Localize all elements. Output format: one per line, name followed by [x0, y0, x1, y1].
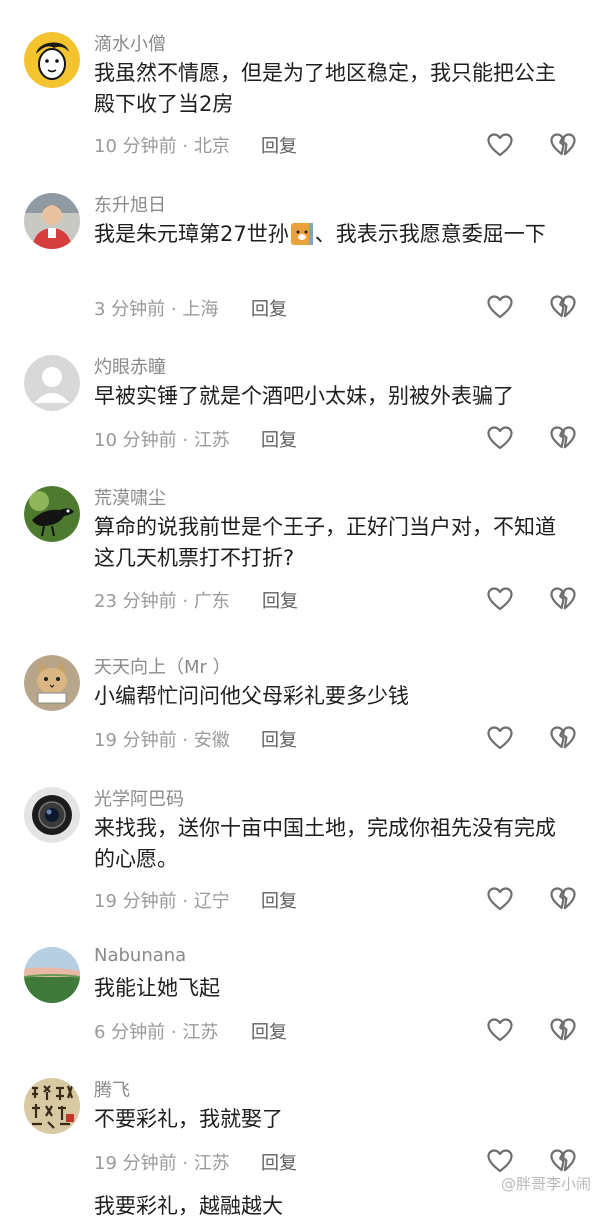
heart-icon[interactable]	[486, 1016, 514, 1044]
bird-avatar[interactable]	[24, 486, 80, 542]
shiba-dog-emoji-icon	[290, 221, 313, 245]
heart-icon[interactable]	[486, 1147, 514, 1175]
calligraphy-avatar[interactable]	[24, 1078, 80, 1134]
username[interactable]: 灼眼赤瞳	[94, 353, 166, 379]
broken-heart-icon[interactable]	[549, 724, 577, 752]
broken-heart-icon[interactable]	[549, 885, 577, 913]
heart-icon[interactable]	[486, 885, 514, 913]
cartoon-face-avatar[interactable]	[24, 32, 80, 88]
reply-button[interactable]: 回复	[251, 295, 287, 321]
comment-text: 我虽然不情愿，但是为了地区稳定，我只能把公主殿下收了当2房	[94, 61, 556, 116]
heart-icon[interactable]	[486, 585, 514, 613]
broken-heart-icon[interactable]	[549, 131, 577, 159]
username[interactable]: 滴水小僧	[94, 30, 166, 56]
reply-button[interactable]: 回复	[261, 1149, 297, 1175]
comment-meta: 10 分钟前 · 北京	[94, 136, 230, 157]
comment-meta: 23 分钟前 · 广东	[94, 591, 230, 612]
cat-avatar[interactable]	[24, 655, 80, 711]
comment-meta: 19 分钟前 · 江苏	[94, 1153, 230, 1174]
comment-meta: 19 分钟前 · 辽宁	[94, 891, 230, 912]
reply-button[interactable]: 回复	[261, 726, 297, 752]
broken-heart-icon[interactable]	[549, 424, 577, 452]
heart-icon[interactable]	[486, 424, 514, 452]
comment-text: 小编帮忙问问他父母彩礼要多少钱	[94, 684, 409, 708]
default-user-avatar[interactable]	[24, 355, 80, 411]
comment-text: 我是朱元璋第27世孙 、我表示我愿意委屈一下	[94, 221, 546, 246]
broken-heart-icon[interactable]	[549, 293, 577, 321]
camera-lens-avatar[interactable]	[24, 787, 80, 843]
heart-icon[interactable]	[486, 293, 514, 321]
username[interactable]: Nabunana	[94, 945, 186, 966]
username[interactable]: 荒漠啸尘	[94, 484, 166, 510]
heart-icon[interactable]	[486, 131, 514, 159]
reply-button[interactable]: 回复	[261, 426, 297, 452]
comment-meta: 19 分钟前 · 安徽	[94, 730, 230, 751]
comment-meta: 3 分钟前 · 上海	[94, 299, 219, 320]
person-photo-avatar[interactable]	[24, 193, 80, 249]
comment-meta: 10 分钟前 · 江苏	[94, 430, 230, 451]
landscape-avatar[interactable]	[24, 947, 80, 1003]
next-comment-text-partial: 我要彩礼，越融越大	[94, 1194, 283, 1218]
weibo-watermark: @胖哥李小闹	[500, 1175, 591, 1193]
username[interactable]: 东升旭日	[94, 191, 166, 217]
reply-button[interactable]: 回复	[251, 1018, 287, 1044]
comment-text: 不要彩礼，我就娶了	[94, 1107, 283, 1131]
comment-text: 早被实锤了就是个酒吧小太妹，别被外表骗了	[94, 384, 514, 408]
comment-meta: 6 分钟前 · 江苏	[94, 1022, 219, 1043]
broken-heart-icon[interactable]	[549, 585, 577, 613]
username[interactable]: 腾飞	[94, 1076, 130, 1102]
comment-text: 来找我，送你十亩中国土地，完成你祖先没有完成的心愿。	[94, 816, 556, 871]
username[interactable]: 天天向上（Mr ）	[94, 653, 231, 679]
reply-button[interactable]: 回复	[262, 587, 298, 613]
reply-button[interactable]: 回复	[261, 132, 297, 158]
broken-heart-icon[interactable]	[549, 1016, 577, 1044]
broken-heart-icon[interactable]	[549, 1147, 577, 1175]
username[interactable]: 光学阿巴码	[94, 785, 184, 811]
heart-icon[interactable]	[486, 724, 514, 752]
comment-text: 算命的说我前世是个王子，正好门当户对，不知道这几天机票打不打折?	[94, 515, 556, 570]
reply-button[interactable]: 回复	[261, 887, 297, 913]
comment-text: 我能让她飞起	[94, 976, 220, 1000]
